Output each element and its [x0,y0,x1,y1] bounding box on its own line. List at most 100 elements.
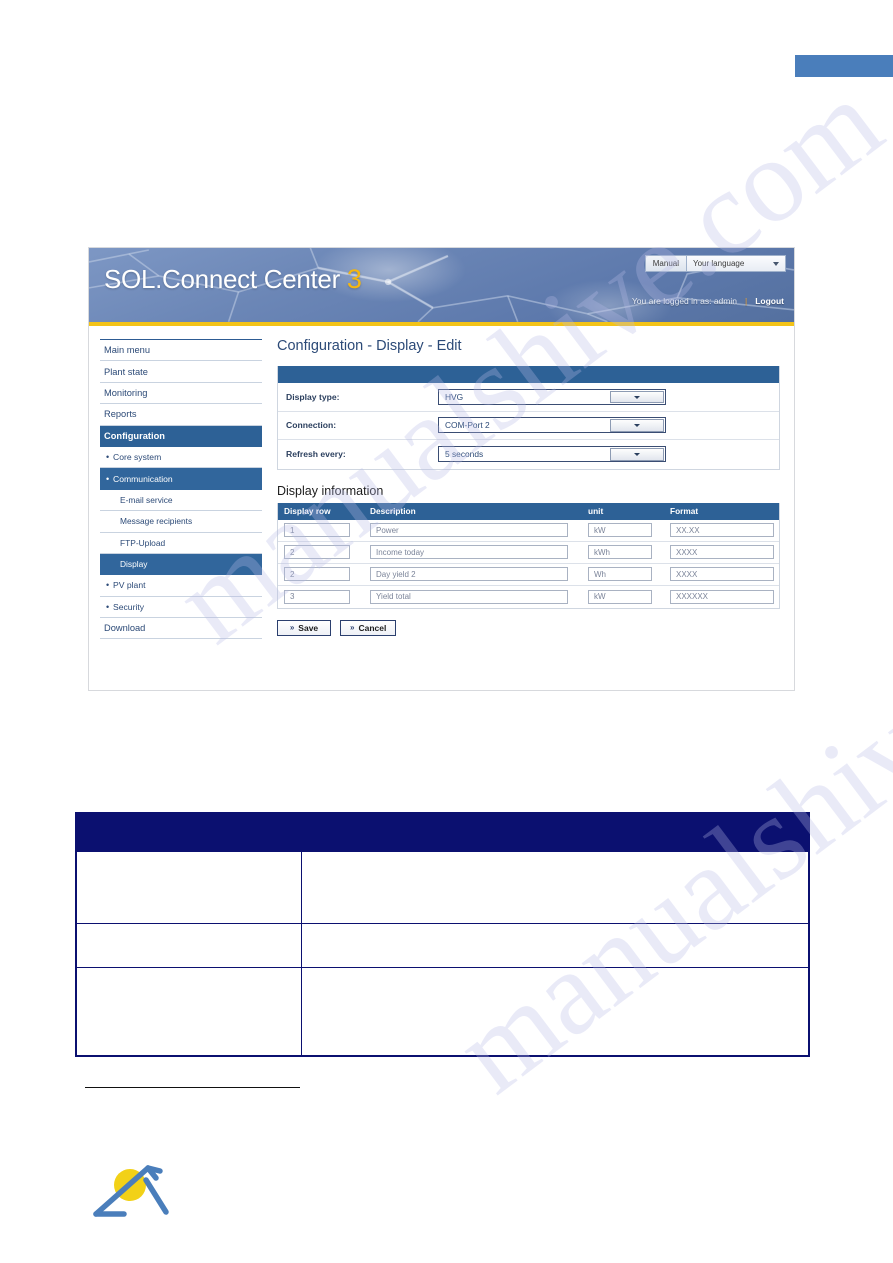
cell-description: Income today [366,545,584,559]
cell-format: XXXXXX [666,589,779,604]
sidebar-item-label: Reports [104,409,137,420]
description-input[interactable]: Income today [370,545,568,559]
sidebar-item-communication[interactable]: • Communication [100,468,262,490]
column-header-format: Format [670,506,699,516]
sidebar-item-label: Plant state [104,366,148,377]
bullet-icon: • [106,473,110,484]
login-separator: | [744,296,748,306]
cell-display-row: 2 [278,567,366,581]
application-screenshot: SOL.Connect Center 3 Manual Your languag… [88,247,795,691]
app-logo: SOL.Connect Center 3 [104,264,362,295]
form-row-refresh-every: Refresh every: 5 seconds [278,440,779,469]
table-row: 3 Yield total kW XXXXXX [278,585,779,608]
description-input[interactable]: Power [370,523,568,537]
document-table-row [76,923,809,968]
sidebar-item-security[interactable]: • Security [100,597,262,619]
table-header-row: Display row Description unit Format [278,502,779,520]
cell-unit: kWh [584,545,666,559]
format-input[interactable]: XXXXXX [670,589,774,604]
main-content: Configuration - Display - Edit Display t… [273,326,794,690]
format-input[interactable]: XXXX [670,567,774,581]
document-table-text-cell [301,851,809,924]
login-status-bar: You are logged in as: admin | Logout [632,296,784,306]
sidebar-item-display[interactable]: Display [100,553,262,576]
form-row-display-type: Display type: HVG [278,383,779,412]
document-table-header-cell [76,813,302,852]
chevron-down-icon [773,261,779,266]
column-header-unit: unit [588,506,604,516]
sidebar-item-label: Message recipients [120,516,193,527]
sidebar-item-main-menu[interactable]: Main menu [100,340,262,362]
description-input[interactable]: Day yield 2 [370,567,568,581]
sidebar-item-label: FTP-Upload [120,537,166,548]
sidebar-item-label: Download [104,623,146,634]
sidebar-item-label: E-mail service [120,494,173,505]
description-input[interactable]: Yield total [370,589,568,604]
cancel-button-label: Cancel [358,622,387,633]
format-input[interactable]: XX.XX [670,523,774,537]
sidebar-item-plant-state[interactable]: Plant state [100,361,262,383]
table-row: 1 Power kW XX.XX [278,519,779,542]
document-table-header-cell [301,813,809,852]
sidebar-item-core-system[interactable]: • Core system [100,447,262,469]
format-input[interactable]: XXXX [670,545,774,559]
sidebar-item-reports[interactable]: Reports [100,404,262,426]
cell-display-row: 3 [278,589,366,604]
sidebar: Main menu Plant state Monitoring Reports… [89,326,273,690]
sidebar-item-monitoring[interactable]: Monitoring [100,383,262,405]
sidebar-item-email-service[interactable]: E-mail service [100,490,262,512]
column-header-description: Description [370,506,416,516]
chevron-down-icon[interactable] [610,390,664,404]
footnote-separator [85,1087,300,1088]
form-row-connection: Connection: COM-Port 2 [278,411,779,440]
chevron-right-icon: » [289,623,295,632]
connection-label: Connection: [286,420,337,431]
logout-link[interactable]: Logout [755,296,784,306]
cell-format: XXXX [666,567,779,581]
document-table [75,812,810,1057]
connection-select[interactable]: COM-Port 2 [438,417,666,434]
document-table-label-cell [76,923,302,968]
document-table-label-cell [76,967,302,1056]
unit-input[interactable]: Wh [588,567,652,581]
app-logo-text: SOL.Connect Center [104,264,340,294]
sidebar-item-label: Core system [113,452,162,463]
unit-input[interactable]: kW [588,589,652,604]
sidebar-item-message-recipients[interactable]: Message recipients [100,511,262,533]
language-select-value: Your language [693,259,745,268]
sidebar-item-label: PV plant [113,580,146,591]
save-button[interactable]: » Save [277,619,331,636]
sidebar-item-configuration[interactable]: Configuration [100,425,262,447]
cancel-button[interactable]: » Cancel [340,619,397,636]
display-information-table: Display row Description unit Format 1 Po… [277,502,780,609]
display-row-input[interactable]: 2 [284,567,350,581]
display-row-input[interactable]: 3 [284,589,350,604]
document-table-text-cell [301,967,809,1056]
unit-input[interactable]: kWh [588,545,652,559]
display-type-select[interactable]: HVG [438,388,666,405]
app-logo-number: 3 [346,264,362,294]
sidebar-item-download[interactable]: Download [100,618,262,640]
connection-value: COM-Port 2 [445,420,490,431]
language-select[interactable]: Your language [687,256,785,271]
sidebar-item-ftp-upload[interactable]: FTP-Upload [100,533,262,554]
column-header-display-row: Display row [284,506,331,516]
display-row-input[interactable]: 1 [284,523,350,537]
sidebar-item-label: Security [113,601,145,612]
display-row-input[interactable]: 2 [284,545,350,559]
header-controls: Manual Your language [644,255,786,272]
cell-description: Day yield 2 [366,567,584,581]
sidebar-item-label: Communication [113,473,173,484]
table-row: 2 Day yield 2 Wh XXXX [278,563,779,586]
manual-button[interactable]: Manual [645,256,687,271]
refresh-every-value: 5 seconds [445,449,484,460]
chevron-down-icon[interactable] [610,419,664,432]
sidebar-item-pv-plant[interactable]: • PV plant [100,575,262,597]
company-logo [93,1165,169,1217]
unit-input[interactable]: kW [588,523,652,537]
cell-format: XXXX [666,545,779,559]
cell-description: Power [366,523,584,537]
document-table-row [76,851,809,924]
refresh-every-select[interactable]: 5 seconds [438,446,666,463]
chevron-down-icon[interactable] [610,448,664,461]
